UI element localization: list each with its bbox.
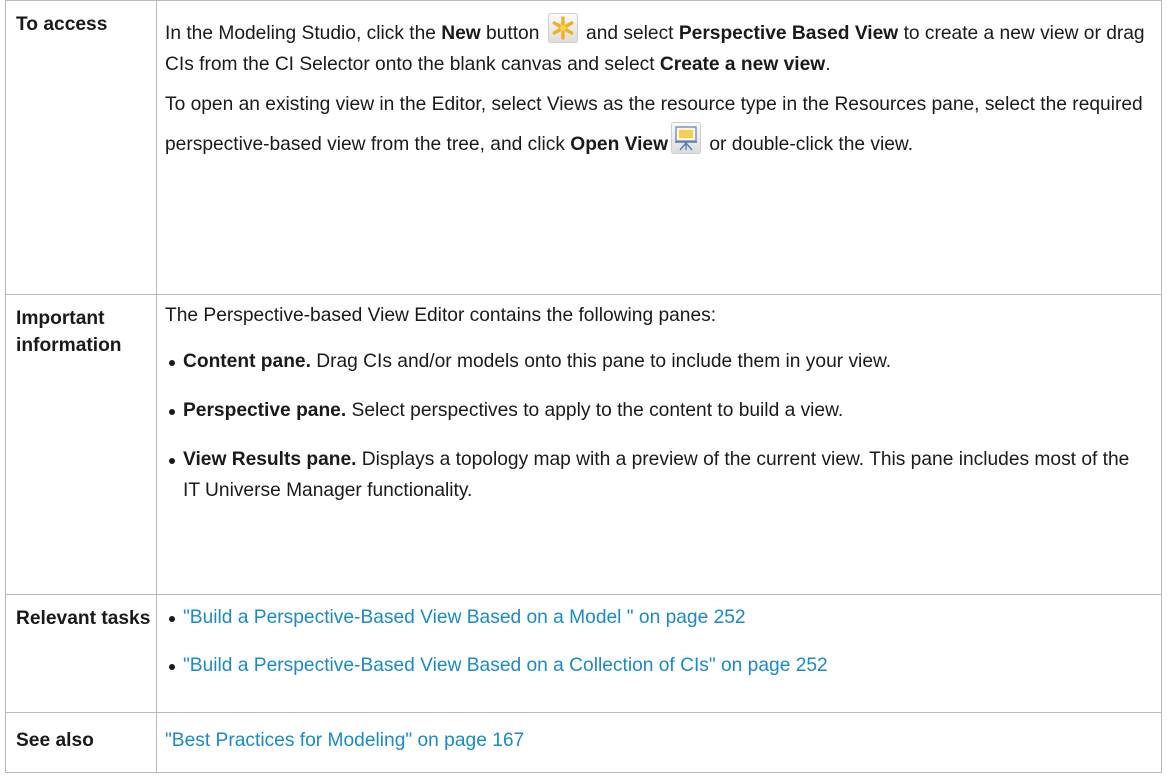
list-item: View Results pane. Displays a topology m…: [165, 444, 1151, 506]
access-paragraph-2: To open an existing view in the Editor, …: [165, 88, 1151, 162]
row-body-important-information: The Perspective-based View Editor contai…: [156, 294, 1162, 595]
task-link[interactable]: "Build a Perspective-Based View Based on…: [183, 655, 828, 676]
row-body-see-also: "Best Practices for Modeling" on page 16…: [156, 712, 1162, 773]
list-item[interactable]: "Build a Perspective-Based View Based on…: [165, 602, 1151, 633]
row-body-relevant-tasks: "Build a Perspective-Based View Based on…: [156, 594, 1162, 713]
list-item-bold: Content pane.: [183, 351, 311, 372]
list-item-text: Drag CIs and/or models onto this pane to…: [310, 351, 892, 372]
row-header-see-also: See also: [5, 712, 157, 773]
row-see-also: See also "Best Practices for Modeling" o…: [5, 712, 1162, 773]
open-view-icon[interactable]: [671, 122, 702, 154]
list-item: Perspective pane. Select perspectives to…: [165, 395, 1151, 426]
list-item-bold: Perspective pane.: [183, 400, 347, 421]
access-text: or double-click the view.: [704, 134, 914, 155]
access-text: In the Modeling Studio, click the: [165, 23, 442, 44]
row-important-information: Important information The Perspective-ba…: [5, 294, 1162, 595]
task-list: "Build a Perspective-Based View Based on…: [165, 602, 1151, 681]
row-header-relevant-tasks: Relevant tasks: [5, 594, 157, 713]
task-link[interactable]: "Build a Perspective-Based View Based on…: [183, 607, 746, 628]
row-to-access: To access In the Modeling Studio, click …: [5, 0, 1162, 295]
perspective-based-view-label: Perspective Based View: [678, 23, 899, 44]
access-text: button: [480, 23, 545, 44]
list-item-text: Select perspectives to apply to the cont…: [346, 400, 844, 421]
important-intro: The Perspective-based View Editor contai…: [165, 305, 717, 326]
row-relevant-tasks: Relevant tasks "Build a Perspective-Base…: [5, 594, 1162, 713]
access-text: and select: [580, 23, 679, 44]
new-asterisk-icon[interactable]: [547, 13, 578, 43]
list-item-bold: View Results pane.: [183, 449, 357, 470]
access-paragraph-1: In the Modeling Studio, click the New bu…: [165, 13, 1151, 80]
access-text: .: [825, 54, 831, 75]
create-new-view-label: Create a new view: [659, 54, 826, 75]
open-view-label: Open View: [570, 134, 669, 155]
row-body-to-access: In the Modeling Studio, click the New bu…: [156, 0, 1162, 295]
info-table: To access In the Modeling Studio, click …: [5, 0, 1162, 773]
row-header-important-information: Important information: [5, 294, 157, 595]
row-header-to-access: To access: [5, 0, 157, 295]
see-also-link[interactable]: "Best Practices for Modeling" on page 16…: [165, 730, 524, 751]
list-item: Content pane. Drag CIs and/or models ont…: [165, 346, 1151, 377]
pane-list: Content pane. Drag CIs and/or models ont…: [165, 346, 1151, 506]
list-item[interactable]: "Build a Perspective-Based View Based on…: [165, 650, 1151, 681]
new-label: New: [441, 23, 481, 44]
